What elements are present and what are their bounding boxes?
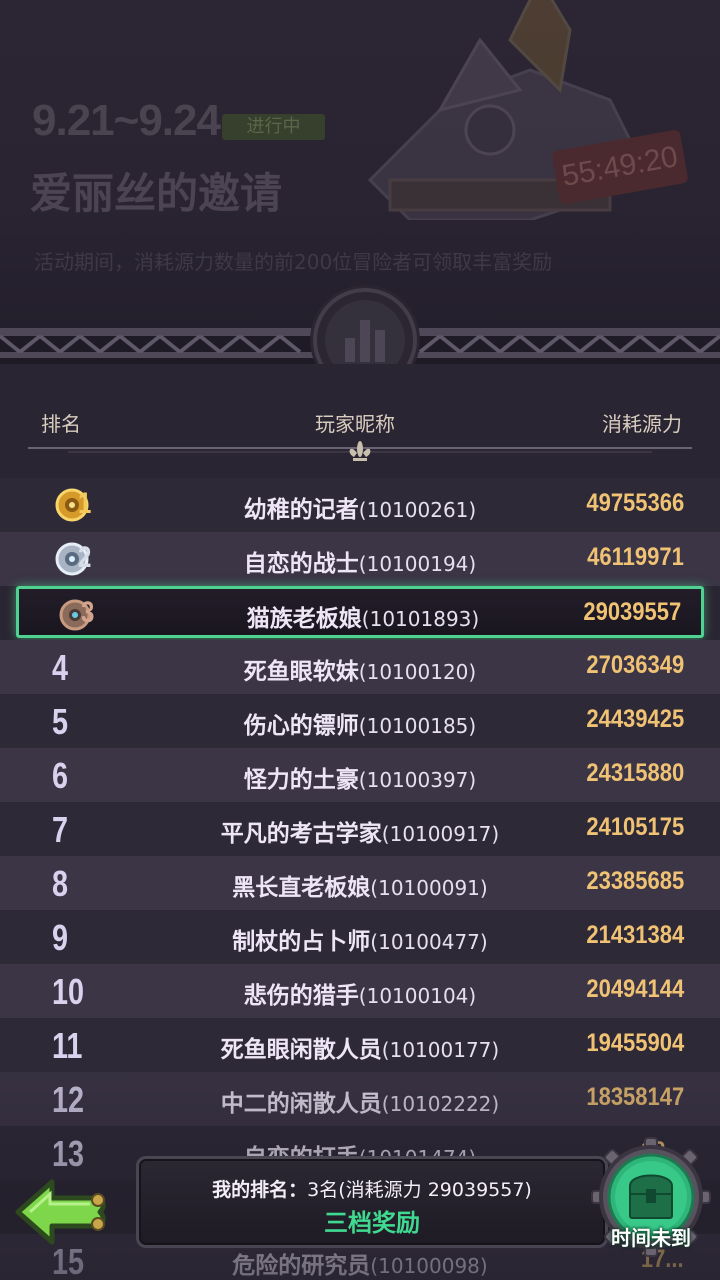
player-nickname: 悲伤的猎手 bbox=[243, 983, 359, 1009]
leaderboard-header: 排名 玩家昵称 消耗源力 bbox=[0, 398, 720, 444]
header-player: 玩家昵称 bbox=[315, 412, 395, 436]
power-value: 19455904 bbox=[586, 1029, 684, 1057]
player-nickname: 制杖的占卜师 bbox=[232, 929, 371, 955]
player-name: 死鱼眼软妹(10100120) bbox=[160, 652, 560, 686]
power-value: 29039557 bbox=[583, 598, 681, 626]
power-value: 18358147 bbox=[586, 1083, 684, 1111]
event-status-badge: 进行中 bbox=[222, 114, 325, 140]
player-nickname: 死鱼眼闲散人员 bbox=[220, 1037, 382, 1063]
table-row[interactable]: 8 黑长直老板娘(10100091) 23385685 bbox=[0, 856, 720, 910]
player-nickname: 猫族老板娘 bbox=[246, 606, 362, 632]
bronze-medal-icon bbox=[59, 599, 91, 631]
table-row[interactable]: 11 死鱼眼闲散人员(10100177) 19455904 bbox=[0, 1018, 720, 1072]
player-name: 危险的研究员(10100098) bbox=[160, 1246, 560, 1280]
rank-number: 5 bbox=[52, 701, 69, 742]
player-name: 伤心的镖师(10100185) bbox=[160, 706, 560, 740]
player-nickname: 伤心的镖师 bbox=[243, 713, 359, 739]
rank-number: 9 bbox=[52, 917, 69, 958]
player-name: 幼稚的记者(10100261) bbox=[160, 490, 560, 524]
table-row[interactable]: 4 死鱼眼软妹(10100120) 27036349 bbox=[0, 640, 720, 694]
player-name: 自恋的战士(10100194) bbox=[160, 544, 560, 578]
player-nickname: 危险的研究员 bbox=[232, 1253, 371, 1279]
my-rank-row[interactable]: 3 猫族老板娘(10101893) 29039557 bbox=[16, 586, 704, 638]
chest-button-label[interactable]: 时间未到 bbox=[590, 1222, 712, 1251]
silver-medal-icon bbox=[55, 542, 89, 576]
player-name: 怪力的土豪(10100397) bbox=[160, 760, 560, 794]
player-name: 死鱼眼闲散人员(10100177) bbox=[160, 1030, 560, 1064]
event-title: 爱丽丝的邀请 bbox=[30, 169, 283, 218]
player-nickname: 中二的闲散人员 bbox=[220, 1091, 382, 1117]
header-divider bbox=[28, 441, 692, 461]
my-rank-value: 3名(消耗源力 29039557) bbox=[307, 1179, 532, 1201]
player-id: (10101893) bbox=[361, 607, 480, 631]
player-id: (10100194) bbox=[358, 552, 477, 576]
player-nickname: 怪力的土豪 bbox=[243, 767, 359, 793]
my-rank-label: 我的排名： bbox=[212, 1179, 308, 1201]
table-row[interactable]: 7 平凡的考古学家(10100917) 24105175 bbox=[0, 802, 720, 856]
power-value: 24439425 bbox=[586, 705, 684, 733]
player-nickname: 自恋的战士 bbox=[243, 551, 359, 577]
player-id: (10100185) bbox=[358, 714, 477, 738]
power-value: 27036349 bbox=[586, 651, 684, 679]
rank-number: 8 bbox=[52, 863, 69, 904]
table-row[interactable]: 5 伤心的镖师(10100185) 24439425 bbox=[0, 694, 720, 748]
event-date-range: 9.21~9.24 bbox=[32, 96, 221, 145]
rank-number: 12 bbox=[52, 1079, 85, 1120]
player-name: 悲伤的猎手(10100104) bbox=[160, 976, 560, 1010]
rank-number: 2 bbox=[78, 541, 92, 574]
player-id: (10100397) bbox=[358, 768, 477, 792]
gold-medal-icon bbox=[55, 488, 89, 522]
rank-number: 13 bbox=[52, 1133, 85, 1174]
player-id: (10100104) bbox=[358, 984, 477, 1008]
player-name: 平凡的考古学家(10100917) bbox=[160, 814, 560, 848]
rank-number: 11 bbox=[52, 1025, 83, 1066]
player-id: (10100120) bbox=[358, 660, 477, 684]
player-name: 制杖的占卜师(10100477) bbox=[160, 922, 560, 956]
player-nickname: 幼稚的记者 bbox=[243, 497, 359, 523]
player-id: (10100091) bbox=[370, 876, 488, 900]
bar-chart-icon bbox=[345, 320, 385, 362]
player-id: (10100917) bbox=[381, 822, 500, 846]
header-power: 消耗源力 bbox=[602, 412, 682, 436]
event-description: 活动期间，消耗源力数量的前200位冒险者可领取丰富奖励 bbox=[34, 250, 553, 274]
player-id: (10100177) bbox=[381, 1038, 500, 1062]
table-row[interactable]: 2 自恋的战士(10100194) 46119971 bbox=[0, 532, 720, 586]
rank-number: 1 bbox=[78, 487, 92, 520]
power-value: 21431384 bbox=[586, 921, 684, 949]
my-rank-text: 我的排名：3名(消耗源力 29039557) bbox=[139, 1175, 605, 1202]
player-id: (10102222) bbox=[381, 1092, 500, 1116]
event-banner: 9.21~9.24 进行中 爱丽丝的邀请 55:49:20 活动期间，消耗源力数… bbox=[0, 0, 720, 330]
power-value: 20494144 bbox=[586, 975, 684, 1003]
rank-number: 6 bbox=[52, 755, 69, 796]
player-name: 黑长直老板娘(10100091) bbox=[160, 868, 560, 902]
player-name: 中二的闲散人员(10102222) bbox=[160, 1084, 560, 1118]
player-nickname: 平凡的考古学家 bbox=[220, 821, 382, 847]
power-value: 24105175 bbox=[586, 813, 684, 841]
table-row[interactable]: 9 制杖的占卜师(10100477) 21431384 bbox=[0, 910, 720, 964]
player-nickname: 死鱼眼软妹 bbox=[243, 659, 359, 685]
player-id: (10100098) bbox=[370, 1254, 488, 1278]
my-rank-bar: 我的排名：3名(消耗源力 29039557) 三档奖励 bbox=[136, 1156, 608, 1248]
rank-number: 4 bbox=[52, 647, 69, 688]
player-name: 猫族老板娘(10101893) bbox=[163, 599, 563, 633]
power-value: 49755366 bbox=[586, 489, 684, 517]
player-nickname: 黑长直老板娘 bbox=[232, 875, 371, 901]
player-id: (10100261) bbox=[358, 498, 477, 522]
rank-number: 10 bbox=[52, 971, 85, 1012]
table-row[interactable]: 12 中二的闲散人员(10102222) 18358147 bbox=[0, 1072, 720, 1126]
power-value: 24315880 bbox=[586, 759, 684, 787]
power-value: 46119971 bbox=[587, 543, 684, 571]
table-row[interactable]: 10 悲伤的猎手(10100104) 20494144 bbox=[0, 964, 720, 1018]
player-id: (10100477) bbox=[370, 930, 488, 954]
reward-tier: 三档奖励 bbox=[324, 1209, 420, 1237]
header-rank: 排名 bbox=[41, 412, 81, 436]
rank-number: 7 bbox=[52, 809, 69, 850]
power-value: 23385685 bbox=[586, 867, 684, 895]
table-row[interactable]: 6 怪力的土豪(10100397) 24315880 bbox=[0, 748, 720, 802]
rank-number: 3 bbox=[81, 596, 95, 629]
back-arrow-icon[interactable] bbox=[12, 1176, 112, 1248]
table-row[interactable]: 1 幼稚的记者(10100261) 49755366 bbox=[0, 478, 720, 532]
